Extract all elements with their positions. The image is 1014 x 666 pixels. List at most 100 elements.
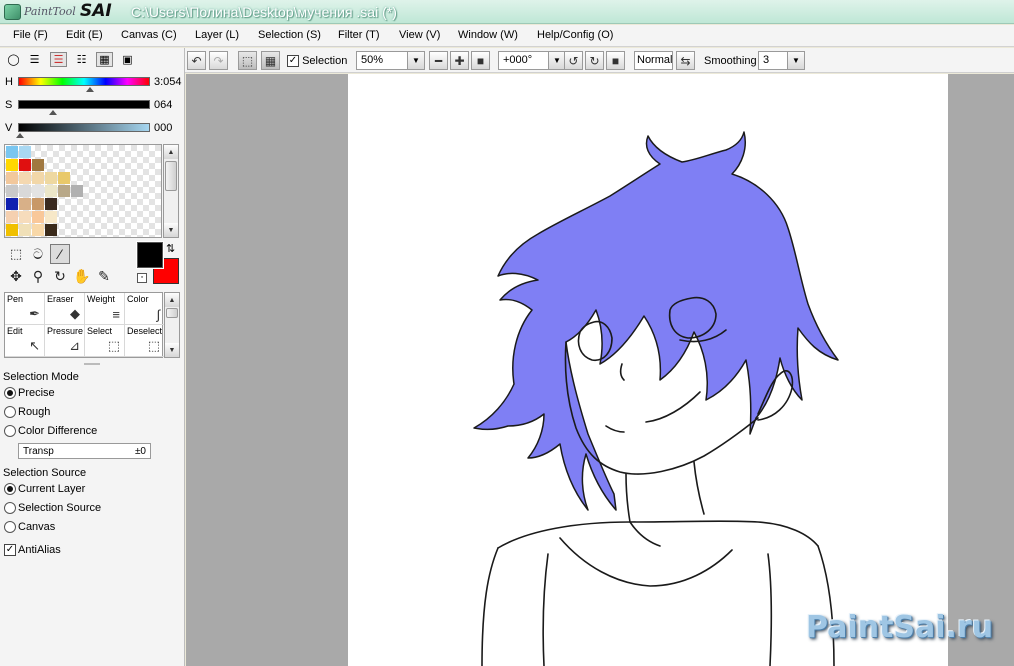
undo-button[interactable]: ↶ [187,51,206,70]
menu-file[interactable]: File (F) [13,29,48,41]
scroll-down-icon[interactable]: ▼ [164,223,178,237]
swatch-cell[interactable] [32,198,44,210]
swatch-cell[interactable] [6,211,18,223]
radio-selection-source[interactable] [4,502,16,514]
menu-layer[interactable]: Layer (L) [195,29,239,41]
scroll-up-icon[interactable]: ▲ [164,145,178,159]
zoom-in-button[interactable]: ✚ [450,51,469,70]
hand-tool[interactable]: ✋ [72,266,92,286]
scroll-thumb[interactable] [165,161,177,191]
primary-color-swatch[interactable] [136,241,164,269]
swatch-cell[interactable] [19,159,31,171]
swatch-cell[interactable] [6,146,18,158]
magic-wand-tool[interactable]: ⁄ [50,244,70,264]
swatch-cell[interactable] [6,185,18,197]
swatch-cell[interactable] [45,211,57,223]
swap-colors-icon[interactable]: ⇅ [166,242,175,255]
rgb-slider-mode[interactable]: ☰ [26,52,43,67]
value-slider[interactable] [18,123,150,132]
hue-slider[interactable] [18,77,150,86]
saturation-slider[interactable] [18,100,150,109]
zoom-out-button[interactable]: ━ [429,51,448,70]
brush-color[interactable]: Color ∫ [125,293,165,325]
swatch-cell[interactable] [45,172,57,184]
brush-pen[interactable]: Pen ✒ [5,293,45,325]
swatch-palette[interactable] [4,144,162,238]
swatch-cell[interactable] [19,211,31,223]
swatch-cell[interactable] [32,224,44,236]
swatch-cell[interactable] [19,146,31,158]
scroll-down-icon[interactable]: ▼ [165,343,179,357]
swatch-cell[interactable] [6,172,18,184]
swatch-cell[interactable] [58,185,70,197]
menu-edit[interactable]: Edit (E) [66,29,103,41]
brush-eraser[interactable]: Eraser ◆ [45,293,85,325]
scratchpad-mode[interactable]: ▣ [119,52,136,67]
swatch-cell[interactable] [58,172,70,184]
blend-mode-select[interactable]: Normal [634,51,673,70]
swatch-cell[interactable] [6,198,18,210]
rotation-select[interactable]: +000° ▼ [498,51,566,70]
zoom-reset-button[interactable]: ■ [471,51,490,70]
transparency-slider[interactable]: Transp ±0 [18,443,151,459]
swatch-cell[interactable] [32,211,44,223]
antialias-checkbox[interactable]: ✓ [4,544,16,556]
menu-help-config[interactable]: Help/Config (O) [537,29,613,41]
canvas-paper[interactable] [348,74,948,666]
deselect-button[interactable]: ⬚ [238,51,257,70]
canvas-workspace[interactable] [186,74,1014,666]
swatch-mode[interactable]: ▦ [96,52,113,67]
rect-select-tool[interactable]: ⬚ [6,244,26,264]
brush-pressure[interactable]: Pressure ⊿ [45,325,85,357]
menu-selection[interactable]: Selection (S) [258,29,321,41]
smoothing-select[interactable]: 3 ▼ [758,51,805,70]
swatch-cell[interactable] [19,185,31,197]
value-knob[interactable] [16,133,24,138]
zoom-select[interactable]: 50% ▼ [356,51,425,70]
brush-deselect[interactable]: Deselect ⬚ [125,325,165,357]
swatch-cell[interactable] [19,198,31,210]
radio-color-difference[interactable] [4,425,16,437]
scroll-thumb[interactable] [166,308,178,318]
move-tool[interactable]: ✥ [6,266,26,286]
redo-button[interactable]: ↷ [209,51,228,70]
rotate-reset-button[interactable]: ■ [606,51,625,70]
palette-list-mode[interactable]: ☷ [73,52,90,67]
swatch-cell[interactable] [6,224,18,236]
swatch-cell[interactable] [19,224,31,236]
menu-window[interactable]: Window (W) [458,29,518,41]
radio-rough[interactable] [4,406,16,418]
rotate-right-button[interactable]: ↻ [585,51,604,70]
transparent-color-icon[interactable]: ▫ [137,273,147,283]
swatch-cell[interactable] [32,159,44,171]
color-wheel-mode[interactable]: ◯ [5,52,22,67]
rotate-tool[interactable]: ↻ [50,266,70,286]
panel-splitter[interactable] [84,363,100,365]
brush-select[interactable]: Select ⬚ [85,325,125,357]
swatch-scrollbar[interactable]: ▲ ▼ [163,144,179,238]
selection-toggle[interactable]: ✓ Selection [287,55,347,68]
brush-scrollbar[interactable]: ▲ ▼ [164,292,180,358]
rotate-left-button[interactable]: ↺ [564,51,583,70]
scroll-up-icon[interactable]: ▲ [165,293,179,307]
invert-selection-button[interactable]: ▦ [261,51,280,70]
radio-current-layer[interactable] [4,483,16,495]
radio-canvas[interactable] [4,521,16,533]
swatch-cell[interactable] [71,185,83,197]
lasso-tool[interactable]: ට [28,244,48,264]
swatch-cell[interactable] [32,172,44,184]
swatch-cell[interactable] [45,185,57,197]
brush-edit[interactable]: Edit ↖ [5,325,45,357]
swatch-cell[interactable] [32,185,44,197]
hsv-slider-mode[interactable]: ☰ [50,52,67,67]
selection-checkbox[interactable]: ✓ [287,55,299,68]
radio-precise[interactable] [4,387,16,399]
menu-canvas[interactable]: Canvas (C) [121,29,177,41]
hue-knob[interactable] [86,87,94,92]
zoom-tool[interactable]: ⚲ [28,266,48,286]
brush-weight[interactable]: Weight ≡ [85,293,125,325]
swatch-cell[interactable] [6,159,18,171]
flip-horizontal-button[interactable]: ⇆ [676,51,695,70]
swatch-cell[interactable] [45,224,57,236]
saturation-knob[interactable] [49,110,57,115]
